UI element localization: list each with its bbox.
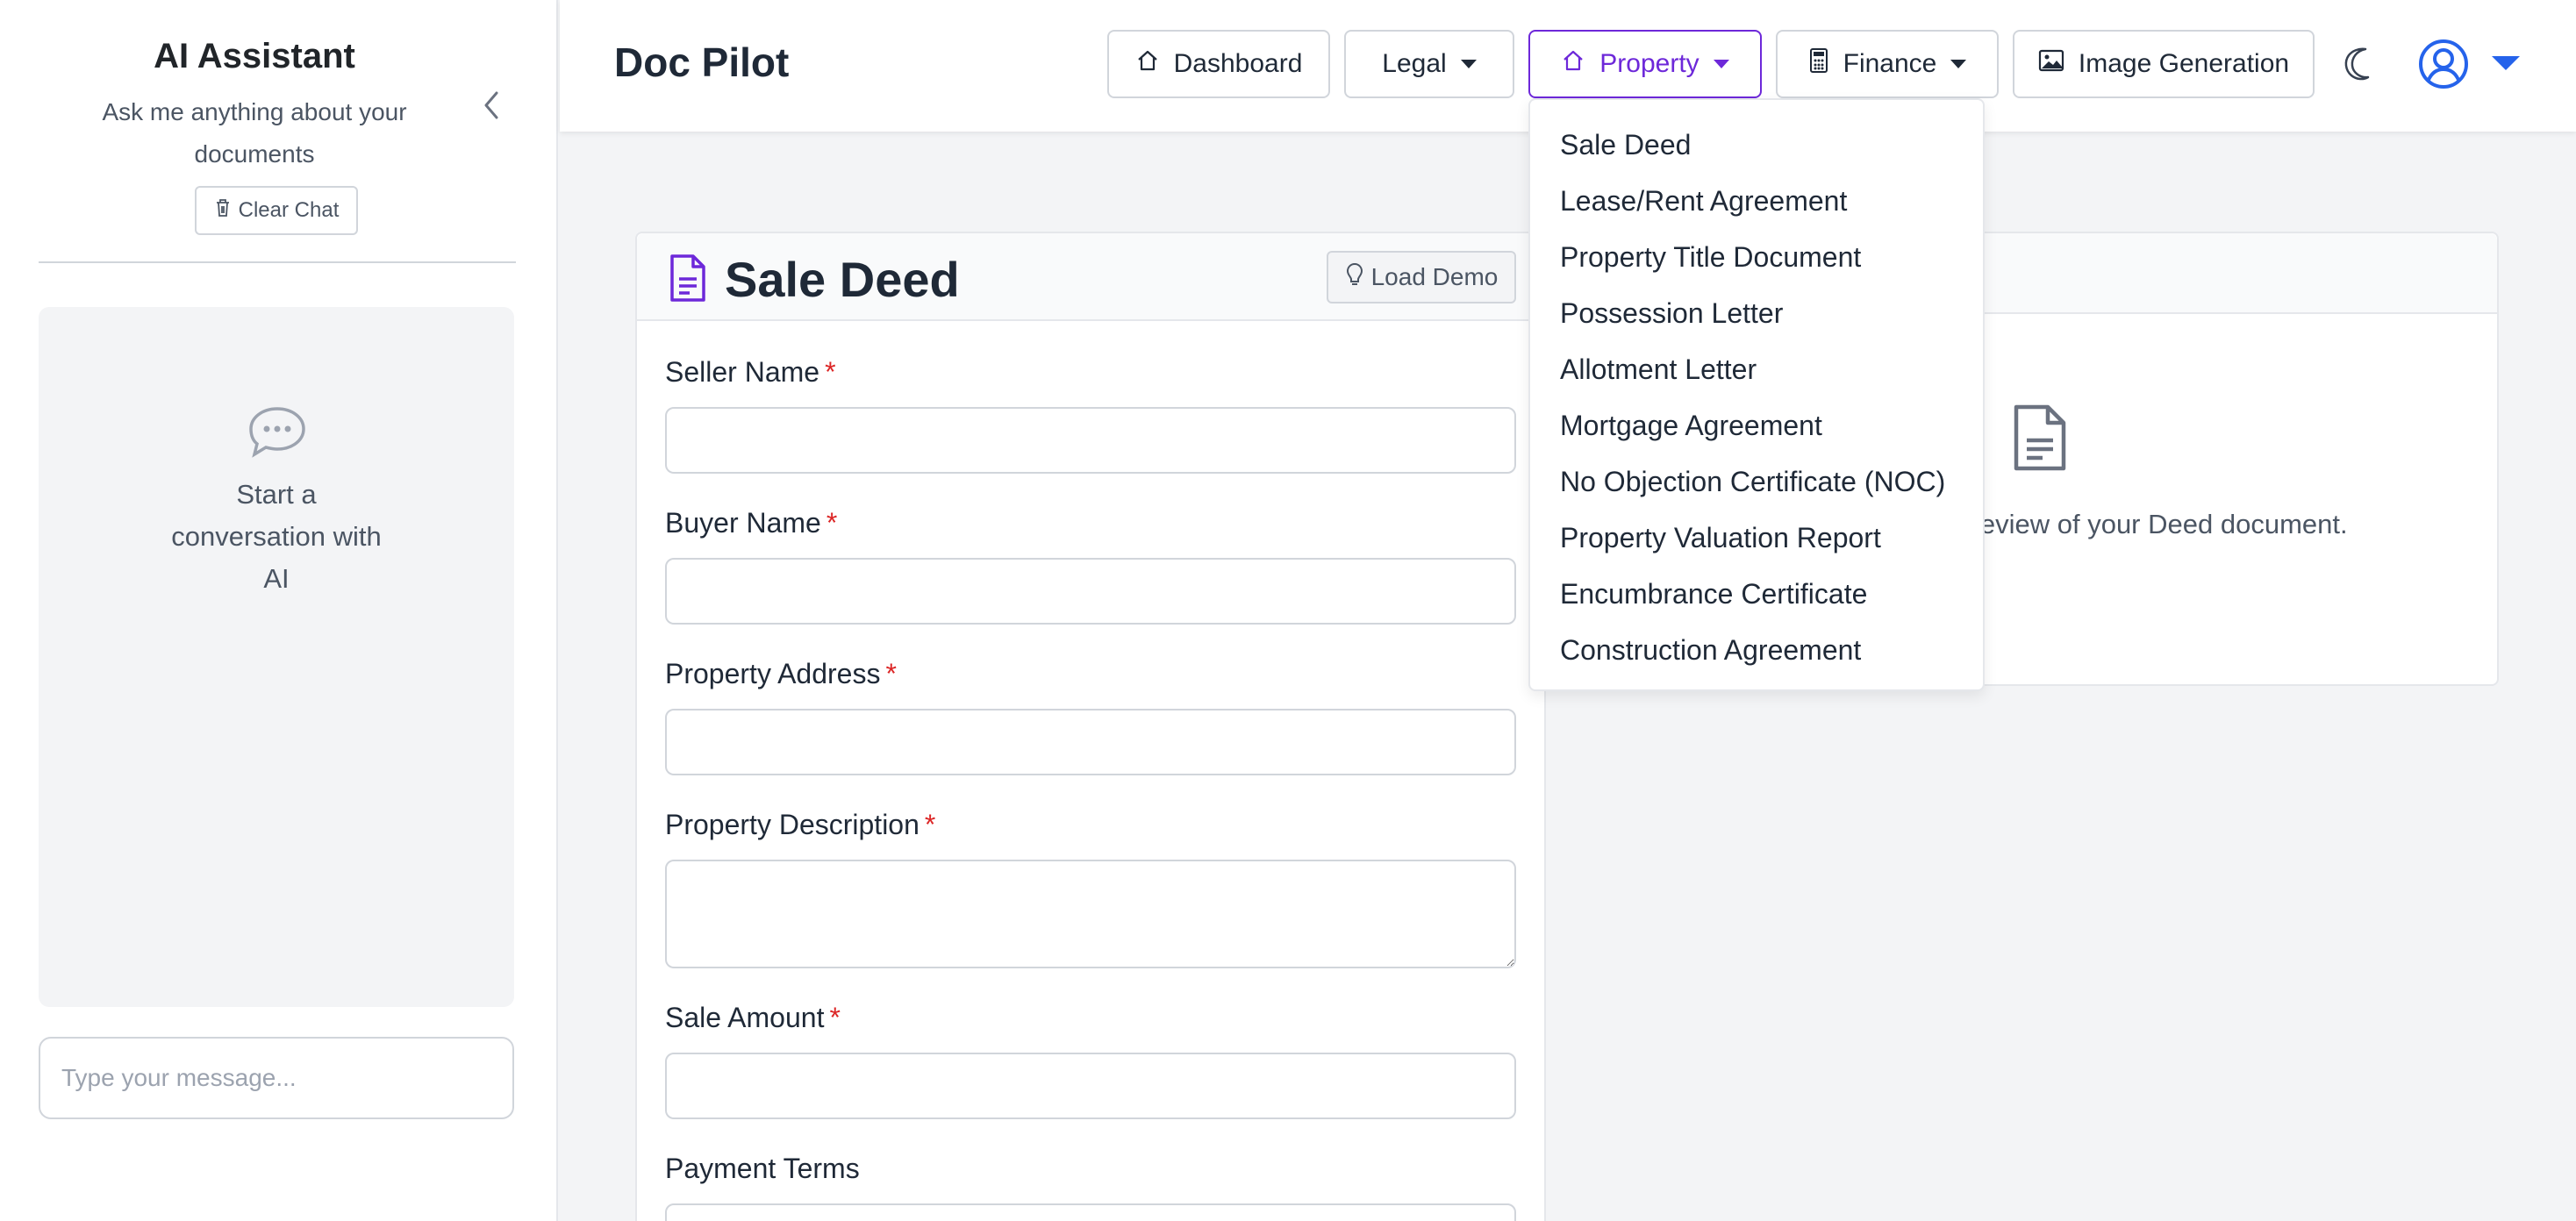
nav-legal-label: Legal [1382, 49, 1447, 78]
dark-mode-moon-icon[interactable] [2341, 44, 2379, 82]
document-icon [2011, 402, 2069, 474]
ai-assistant-sidebar: AI Assistant Ask me anything about your … [0, 0, 558, 1221]
lightbulb-icon [1345, 261, 1364, 294]
menu-item-allotment-letter[interactable]: Allotment Letter [1530, 349, 1983, 405]
chat-empty-state: Start a conversation with AI [171, 479, 382, 594]
menu-item-mortgage-agreement[interactable]: Mortgage Agreement [1530, 405, 1983, 461]
trash-icon [214, 197, 232, 225]
menu-item-lease-rent-agreement[interactable]: Lease/Rent Agreement [1530, 181, 1983, 237]
nav-dashboard-button[interactable]: Dashboard [1107, 30, 1330, 98]
menu-item-property-title-document[interactable]: Property Title Document [1530, 237, 1983, 293]
sale-amount-input[interactable] [665, 1053, 1516, 1119]
nav-legal-button[interactable]: Legal [1344, 30, 1514, 98]
load-demo-button[interactable]: Load Demo [1327, 251, 1516, 303]
nav-property-button[interactable]: Property [1528, 30, 1762, 98]
nav-finance-label: Finance [1843, 49, 1937, 78]
sale-amount-label: Sale Amount * [665, 1002, 841, 1033]
chevron-down-icon [1713, 60, 1729, 68]
property-description-label: Property Description * [665, 809, 936, 840]
form-card-header: Sale Deed Load Demo [637, 233, 1544, 321]
clear-chat-button[interactable]: Clear Chat [195, 186, 358, 235]
nav-image-generation-label: Image Generation [2078, 49, 2290, 78]
payment-terms-label: Payment Terms [665, 1153, 860, 1184]
property-address-label: Property Address * [665, 658, 897, 689]
sidebar-subtitle: Ask me anything about your documents [102, 98, 407, 168]
payment-terms-input[interactable] [665, 1203, 1516, 1221]
menu-item-noc[interactable]: No Objection Certificate (NOC) [1530, 461, 1983, 518]
property-description-textarea[interactable] [665, 860, 1516, 968]
form-title: Sale Deed [725, 252, 960, 307]
sidebar-divider [39, 261, 516, 263]
property-dropdown-menu: Sale Deed Lease/Rent Agreement Property … [1528, 98, 1985, 691]
menu-item-construction-agreement[interactable]: Construction Agreement [1530, 630, 1983, 686]
home-icon [1135, 48, 1160, 80]
chat-history: Start a conversation with AI [39, 307, 514, 1007]
buyer-name-input[interactable] [665, 558, 1516, 625]
menu-item-possession-letter[interactable]: Possession Letter [1530, 293, 1983, 349]
chevron-down-icon [1460, 60, 1477, 68]
sidebar-title: AI Assistant [154, 37, 355, 75]
image-icon [2038, 49, 2064, 79]
brand-logo[interactable]: Doc Pilot [614, 39, 789, 86]
nav-property-label: Property [1599, 49, 1699, 78]
seller-name-input[interactable] [665, 407, 1516, 474]
chat-message-input[interactable] [39, 1037, 514, 1119]
seller-name-label: Seller Name * [665, 356, 836, 388]
nav-finance-button[interactable]: Finance [1776, 30, 1999, 98]
property-address-input[interactable] [665, 709, 1516, 775]
chevron-down-icon [1950, 60, 1967, 68]
sale-deed-form-card: Sale Deed Load Demo Seller Name * Buyer N… [635, 232, 1546, 1221]
user-menu-chevron-down-icon[interactable] [2492, 56, 2520, 70]
calculator-icon [1808, 47, 1829, 81]
chat-bubble-icon [246, 403, 309, 460]
load-demo-label: Load Demo [1370, 263, 1499, 290]
user-avatar-icon[interactable] [2418, 39, 2469, 89]
menu-item-sale-deed[interactable]: Sale Deed [1530, 125, 1983, 181]
menu-item-property-valuation-report[interactable]: Property Valuation Report [1530, 518, 1983, 574]
home-icon [1561, 48, 1585, 80]
clear-chat-label: Clear Chat [238, 198, 340, 222]
nav-image-generation-button[interactable]: Image Generation [2013, 30, 2315, 98]
nav-dashboard-label: Dashboard [1173, 49, 1303, 78]
buyer-name-label: Buyer Name * [665, 507, 838, 539]
menu-item-encumbrance-certificate[interactable]: Encumbrance Certificate [1530, 574, 1983, 630]
collapse-sidebar-icon[interactable] [477, 88, 505, 123]
document-icon [669, 253, 707, 303]
